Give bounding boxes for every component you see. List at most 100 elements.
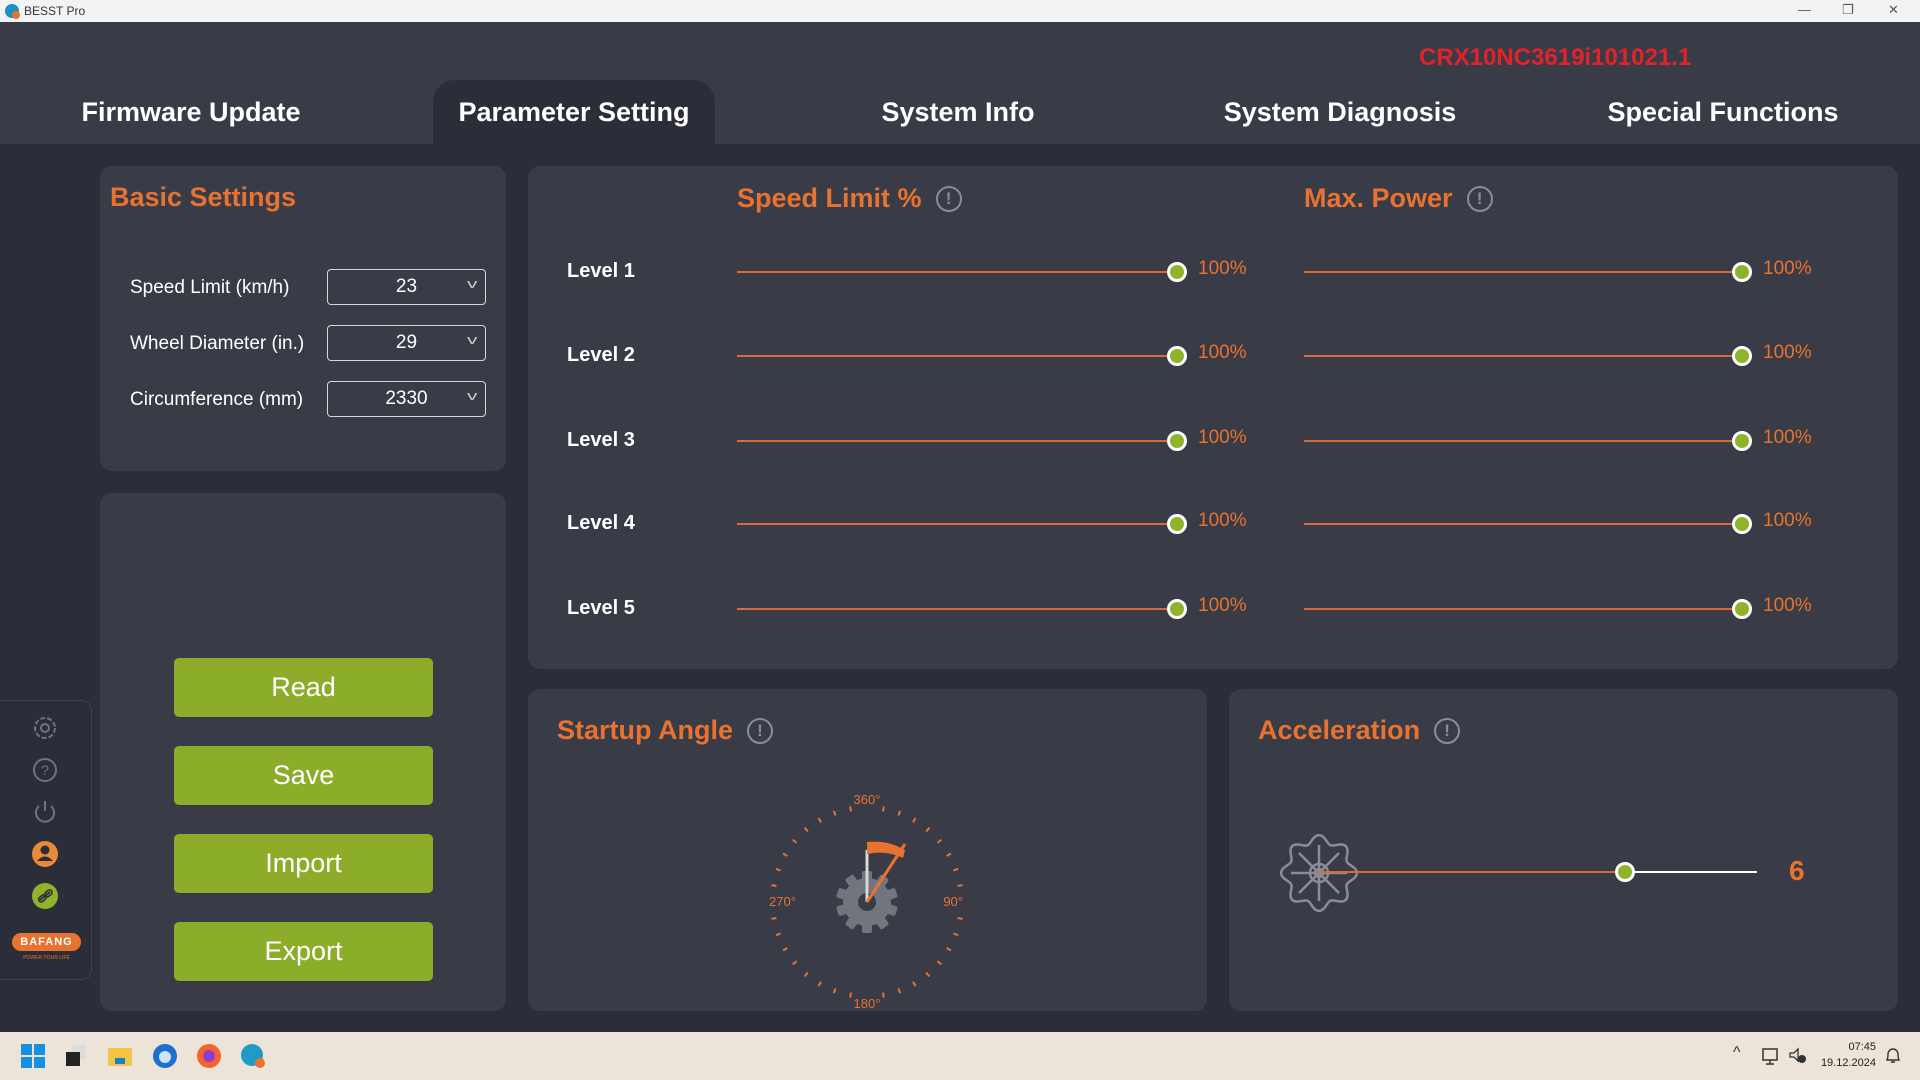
windows-start-icon[interactable] xyxy=(19,1042,47,1070)
speed-limit-thumb-level-2[interactable] xyxy=(1167,346,1187,366)
dial-tick xyxy=(912,817,917,823)
gear-icon[interactable] xyxy=(31,714,59,742)
firefox-icon[interactable] xyxy=(195,1042,223,1070)
dial-label-90: 90° xyxy=(943,894,963,909)
speed-limit-track-level-5[interactable] xyxy=(737,608,1177,610)
dial-tick xyxy=(792,960,798,966)
info-icon[interactable]: ! xyxy=(1434,717,1461,744)
dial-label-180: 180° xyxy=(854,996,881,1011)
max-power-thumb-level-4[interactable] xyxy=(1732,514,1752,534)
speed-limit-track-level-4[interactable] xyxy=(737,523,1177,525)
window-title: BESST Pro xyxy=(24,4,86,18)
dial-tick xyxy=(953,932,959,937)
sidebar: ? BAFANG POWER YOUR LIFE xyxy=(0,700,92,980)
dial-tick xyxy=(782,947,788,952)
speed-limit-track-level-1[interactable] xyxy=(737,271,1177,273)
max-power-track-level-3[interactable] xyxy=(1304,440,1742,442)
dial-tick xyxy=(849,992,853,998)
circumference-select[interactable]: 2330 v xyxy=(327,381,486,417)
dial-tick xyxy=(936,838,942,844)
restore-button[interactable]: ❐ xyxy=(1842,2,1854,18)
export-button[interactable]: Export xyxy=(174,922,433,981)
besst-pro-taskbar-icon[interactable] xyxy=(239,1042,267,1070)
max-power-value-level-5: 100% xyxy=(1763,595,1812,616)
thunderbird-icon[interactable] xyxy=(151,1042,179,1070)
volume-muted-icon[interactable] xyxy=(1788,1046,1808,1066)
speed-limit-track-level-2[interactable] xyxy=(737,355,1177,357)
link-icon[interactable] xyxy=(31,882,59,910)
max-power-track-level-1[interactable] xyxy=(1304,271,1742,273)
date: 19.12.2024 xyxy=(1820,1057,1876,1069)
startup-angle-header: Startup Angle! xyxy=(557,715,774,746)
taskbar: ^ 07:45 19.12.2024 xyxy=(0,1032,1920,1080)
show-hidden-icons-button[interactable]: ^ xyxy=(1733,1044,1741,1062)
bafang-logo: BAFANG xyxy=(12,933,81,951)
tab-firmware-update[interactable]: Firmware Update xyxy=(60,80,322,144)
speed-limit-track-level-3[interactable] xyxy=(737,440,1177,442)
info-icon[interactable]: ! xyxy=(747,717,774,744)
acceleration-slider-thumb[interactable] xyxy=(1615,862,1636,882)
level-label: Level 2 xyxy=(567,344,635,366)
tab-system-info[interactable]: System Info xyxy=(828,80,1088,144)
tab-special-functions[interactable]: Special Functions xyxy=(1573,80,1873,144)
dial-tick xyxy=(782,852,788,857)
speed-limit-thumb-level-4[interactable] xyxy=(1167,514,1187,534)
dial-tick xyxy=(803,971,809,977)
dial-tick xyxy=(881,992,885,998)
startup-angle-dial[interactable]: 360° 90° 180° 270° xyxy=(767,792,967,1012)
max-power-track-level-5[interactable] xyxy=(1304,608,1742,610)
speed-limit-select[interactable]: 23 v xyxy=(327,269,486,305)
dial-tick xyxy=(946,852,952,857)
read-button[interactable]: Read xyxy=(174,658,433,717)
speed-limit-value-level-3: 100% xyxy=(1198,427,1247,448)
wheel-diameter-value: 29 xyxy=(395,332,418,353)
info-icon[interactable]: ! xyxy=(935,185,962,212)
max-power-value-level-2: 100% xyxy=(1763,342,1812,363)
speed-limit-value-level-1: 100% xyxy=(1198,258,1247,279)
levels-panel: Speed Limit %! Max. Power! Level 1 100% 10… xyxy=(528,166,1898,669)
save-button[interactable]: Save xyxy=(174,746,433,805)
minimize-button[interactable]: — xyxy=(1798,2,1811,17)
info-icon[interactable]: ! xyxy=(1466,185,1493,212)
basic-settings-title: Basic Settings xyxy=(110,182,297,212)
max-power-thumb-level-5[interactable] xyxy=(1732,599,1752,619)
tab-system-diagnosis[interactable]: System Diagnosis xyxy=(1190,80,1490,144)
speed-limit-thumb-level-3[interactable] xyxy=(1167,431,1187,451)
max-power-thumb-level-2[interactable] xyxy=(1732,346,1752,366)
file-explorer-icon[interactable] xyxy=(106,1042,134,1070)
wheel-diameter-select[interactable]: 29 v xyxy=(327,325,486,361)
max-power-track-level-2[interactable] xyxy=(1304,355,1742,357)
speed-limit-thumb-level-5[interactable] xyxy=(1167,599,1187,619)
acceleration-track[interactable] xyxy=(1625,871,1757,873)
bafang-tagline: POWER YOUR LIFE xyxy=(23,955,70,961)
user-icon[interactable] xyxy=(31,840,59,868)
dial-tick xyxy=(946,947,952,952)
clock[interactable]: 07:45 19.12.2024 xyxy=(1810,1039,1876,1071)
dial-tick xyxy=(817,817,822,823)
dial-label-270: 270° xyxy=(769,894,796,909)
dial-tick xyxy=(925,827,931,833)
acceleration-value: 6 xyxy=(1789,855,1805,886)
acceleration-title: Acceleration xyxy=(1258,715,1421,745)
dial-tick xyxy=(771,916,777,920)
network-icon[interactable] xyxy=(1762,1046,1782,1066)
import-button[interactable]: Import xyxy=(174,834,433,893)
speed-limit-thumb-level-1[interactable] xyxy=(1167,262,1187,282)
dial-tick xyxy=(897,810,902,816)
level-label: Level 3 xyxy=(567,429,635,451)
task-view-icon[interactable] xyxy=(62,1042,90,1070)
notifications-icon[interactable] xyxy=(1884,1046,1902,1066)
max-power-track-level-4[interactable] xyxy=(1304,523,1742,525)
wheel-icon xyxy=(1279,833,1359,913)
chevron-down-icon: v xyxy=(466,388,477,403)
close-button[interactable]: ✕ xyxy=(1888,2,1899,18)
help-icon[interactable]: ? xyxy=(31,756,59,784)
power-icon[interactable] xyxy=(31,798,59,826)
tab-parameter-setting[interactable]: Parameter Setting xyxy=(433,80,715,144)
dial-tick xyxy=(881,806,885,812)
max-power-value-level-1: 100% xyxy=(1763,258,1812,279)
max-power-thumb-level-3[interactable] xyxy=(1732,431,1752,451)
max-power-value-level-3: 100% xyxy=(1763,427,1812,448)
max-power-thumb-level-1[interactable] xyxy=(1732,262,1752,282)
wheel-diameter-label: Wheel Diameter (in.) xyxy=(130,333,305,354)
